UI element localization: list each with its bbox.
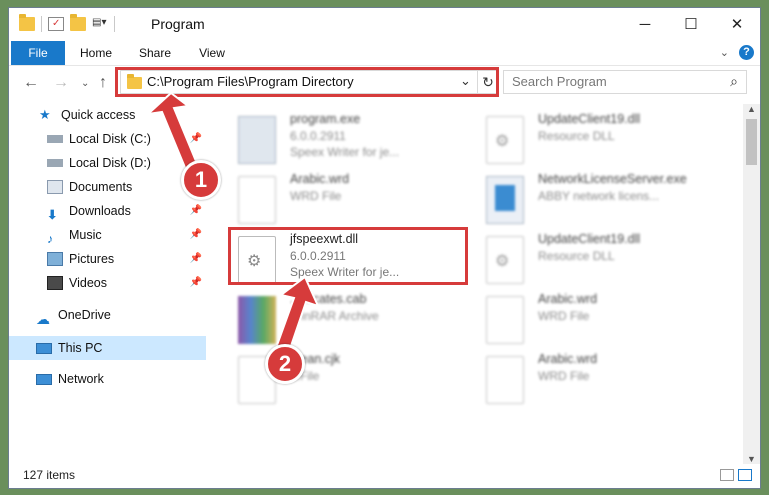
arrow-2: [274, 275, 320, 354]
step-2-badge: 2: [265, 344, 305, 384]
arrow-1: [144, 91, 200, 172]
step-1-badge: 1: [181, 160, 221, 200]
annotation-arrows: [144, 91, 320, 354]
